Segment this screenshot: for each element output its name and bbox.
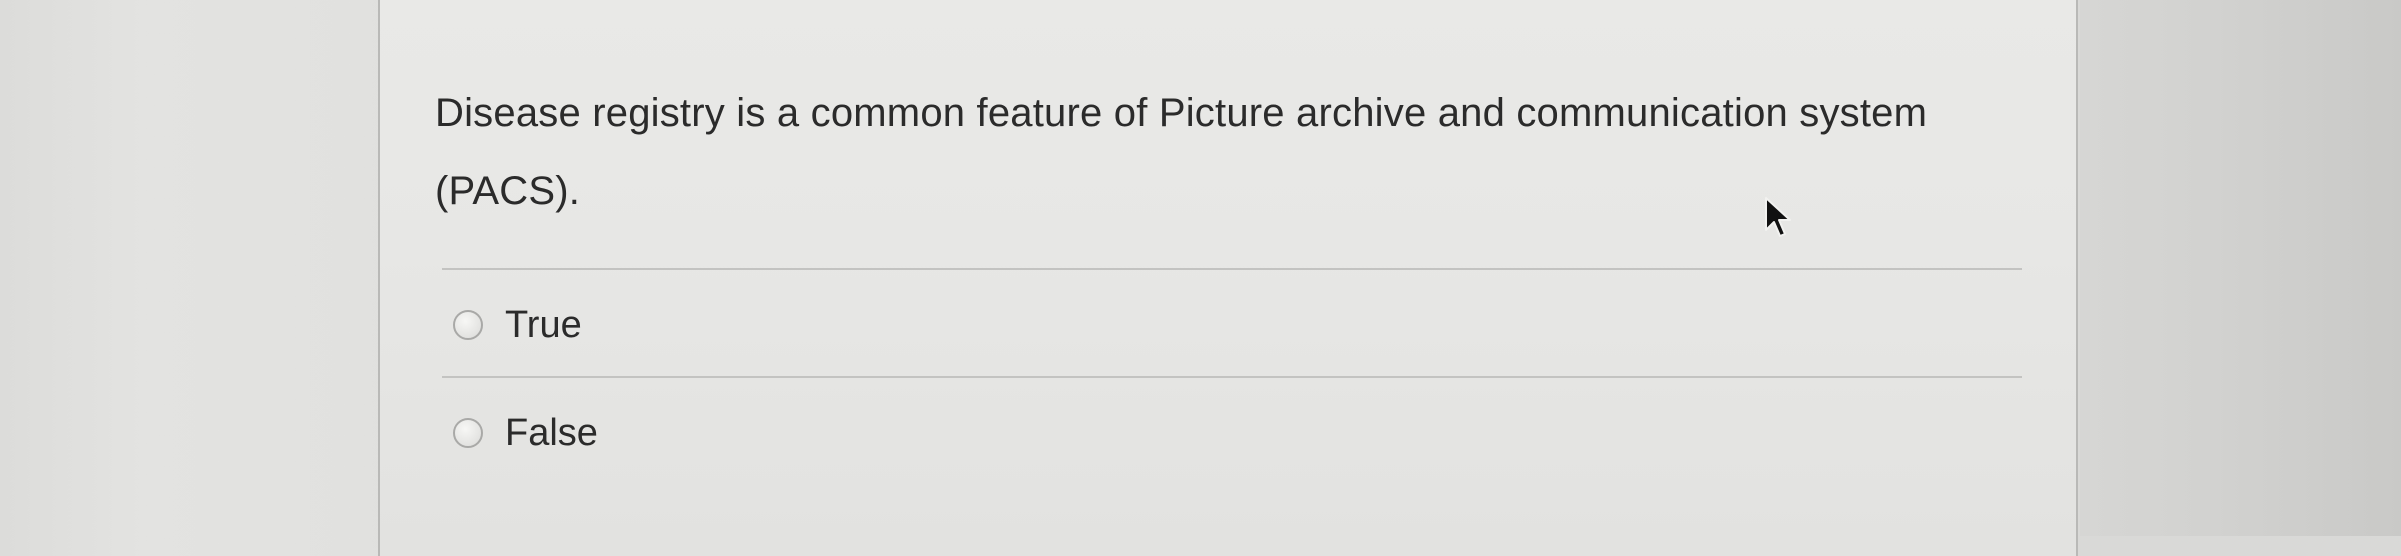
radio-unchecked-icon[interactable] [453,418,483,448]
mouse-pointer-icon [1765,197,1791,237]
question-text: Disease registry is a common feature of … [435,91,1928,213]
divider-top [442,268,2022,270]
option-label-true: True [505,304,582,346]
question-card: Disease registry is a common feature of … [378,0,2078,556]
option-true[interactable]: True [453,302,582,348]
option-false[interactable]: False [453,410,598,456]
background-right-panel [2080,0,2401,536]
divider-middle [442,376,2022,378]
option-label-false: False [505,412,598,454]
radio-unchecked-icon[interactable] [453,310,483,340]
